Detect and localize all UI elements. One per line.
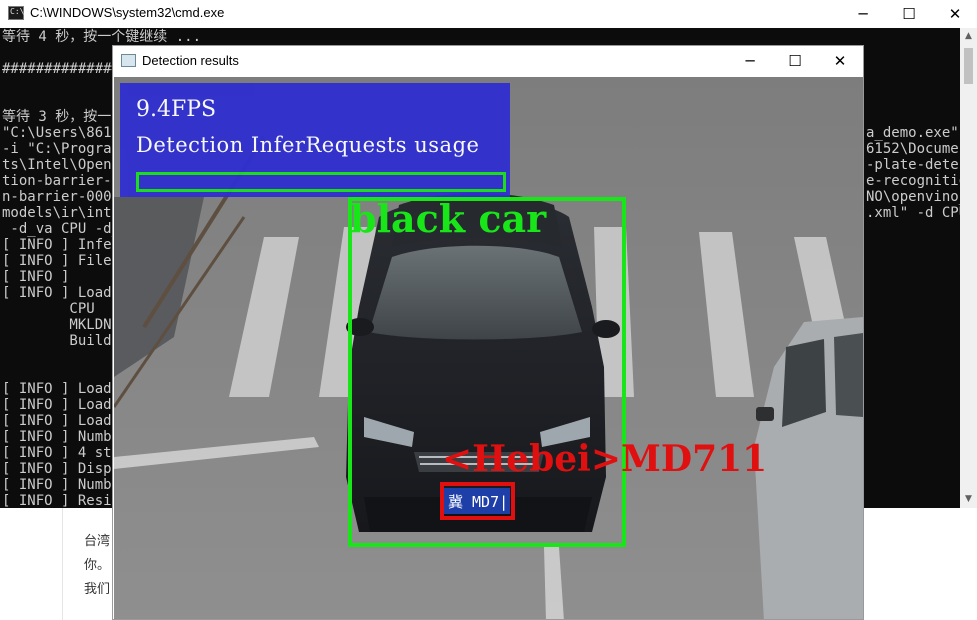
console-line: n-barrier-0001 xyxy=(2,189,121,205)
console-line: [ INFO ] Loadi xyxy=(2,397,121,413)
cmd-icon: C:\ xyxy=(8,6,24,20)
info-panel: 9.4FPS Detection InferRequests usage xyxy=(120,83,510,197)
console-line: [ INFO ] 4 str xyxy=(2,445,121,461)
console-line: -i "C:\Program xyxy=(2,141,121,157)
background-text-line: 我们 xyxy=(84,581,111,596)
close-button[interactable]: ✕ xyxy=(817,46,863,76)
console-line: [ INFO ] Numbe xyxy=(2,429,121,445)
console-line: NO\openvino_ xyxy=(866,189,960,205)
console-line: e-recognitio xyxy=(866,173,960,189)
infer-requests-usage-bar xyxy=(136,172,506,192)
infer-requests-label: Detection InferRequests usage xyxy=(136,133,480,157)
console-line: 等待 4 秒，按一个键继续 ... xyxy=(2,29,202,45)
plate-bounding-box xyxy=(440,482,515,520)
scroll-down-arrow-icon[interactable]: ▼ xyxy=(960,491,977,508)
console-line: -plate-detec xyxy=(866,157,960,173)
console-line: CPU xyxy=(2,301,95,317)
app-window-icon xyxy=(121,54,136,67)
vertical-scrollbar[interactable]: ▲ ▼ xyxy=(960,28,977,508)
close-button[interactable]: ✕ xyxy=(932,0,977,28)
console-line: models\ir\inte xyxy=(2,205,121,221)
fps-readout: 9.4FPS xyxy=(136,97,217,122)
console-line: -d_va CPU -d_ xyxy=(2,221,121,237)
maximize-button[interactable]: ☐ xyxy=(886,0,932,28)
console-line: tion-barrier-0 xyxy=(2,173,121,189)
cmd-title: C:\WINDOWS\system32\cmd.exe xyxy=(30,5,225,20)
console-line: .xml" -d CPU xyxy=(866,205,960,221)
console-line: [ INFO ] C xyxy=(2,269,121,285)
cmd-titlebar[interactable]: C:\ C:\WINDOWS\system32\cmd.exe ─ ☐ ✕ xyxy=(0,0,977,28)
console-line: [ INFO ] Resiz xyxy=(2,493,121,508)
console-line: [ INFO ] Displ xyxy=(2,461,121,477)
detection-titlebar[interactable]: Detection results ─ ☐ ✕ xyxy=(113,46,863,76)
console-line: [ INFO ] Numbe xyxy=(2,477,121,493)
console-line: 等待 3 秒，按一 xyxy=(2,109,112,125)
detection-window-title: Detection results xyxy=(142,53,239,68)
console-line: a_demo.exe" xyxy=(866,125,959,141)
console-line: [ INFO ] Infer xyxy=(2,237,121,253)
maximize-button[interactable]: ☐ xyxy=(772,46,818,76)
minimize-button[interactable]: ─ xyxy=(727,46,773,76)
console-line: 6152\Documen xyxy=(866,141,960,157)
console-line: [ INFO ] Files xyxy=(2,253,121,269)
scrollbar-thumb[interactable] xyxy=(964,48,973,84)
console-line: [ INFO ] Loadi xyxy=(2,285,121,301)
background-text-line: 台湾 xyxy=(84,533,111,548)
background-text-line: 你。 xyxy=(84,557,111,572)
video-frame: 9.4FPS Detection InferRequests usage bla… xyxy=(114,77,863,619)
console-line: MKLDNN xyxy=(2,317,121,333)
minimize-button[interactable]: ─ xyxy=(840,0,886,28)
detection-results-window: Detection results ─ ☐ ✕ 9.4FPS Detection… xyxy=(112,45,864,620)
background-divider xyxy=(62,508,63,620)
console-line: ts\Intel\OpenV xyxy=(2,157,121,173)
console-line: "C:\Users\8615 xyxy=(2,125,121,141)
console-line: [ INFO ] Loadi xyxy=(2,381,121,397)
plate-label: <Hebei>MD711 xyxy=(442,438,768,480)
console-line: [ INFO ] Loadi xyxy=(2,413,121,429)
vehicle-label: black car xyxy=(350,196,547,241)
console-line: Build xyxy=(2,333,112,349)
scroll-up-arrow-icon[interactable]: ▲ xyxy=(960,28,977,45)
